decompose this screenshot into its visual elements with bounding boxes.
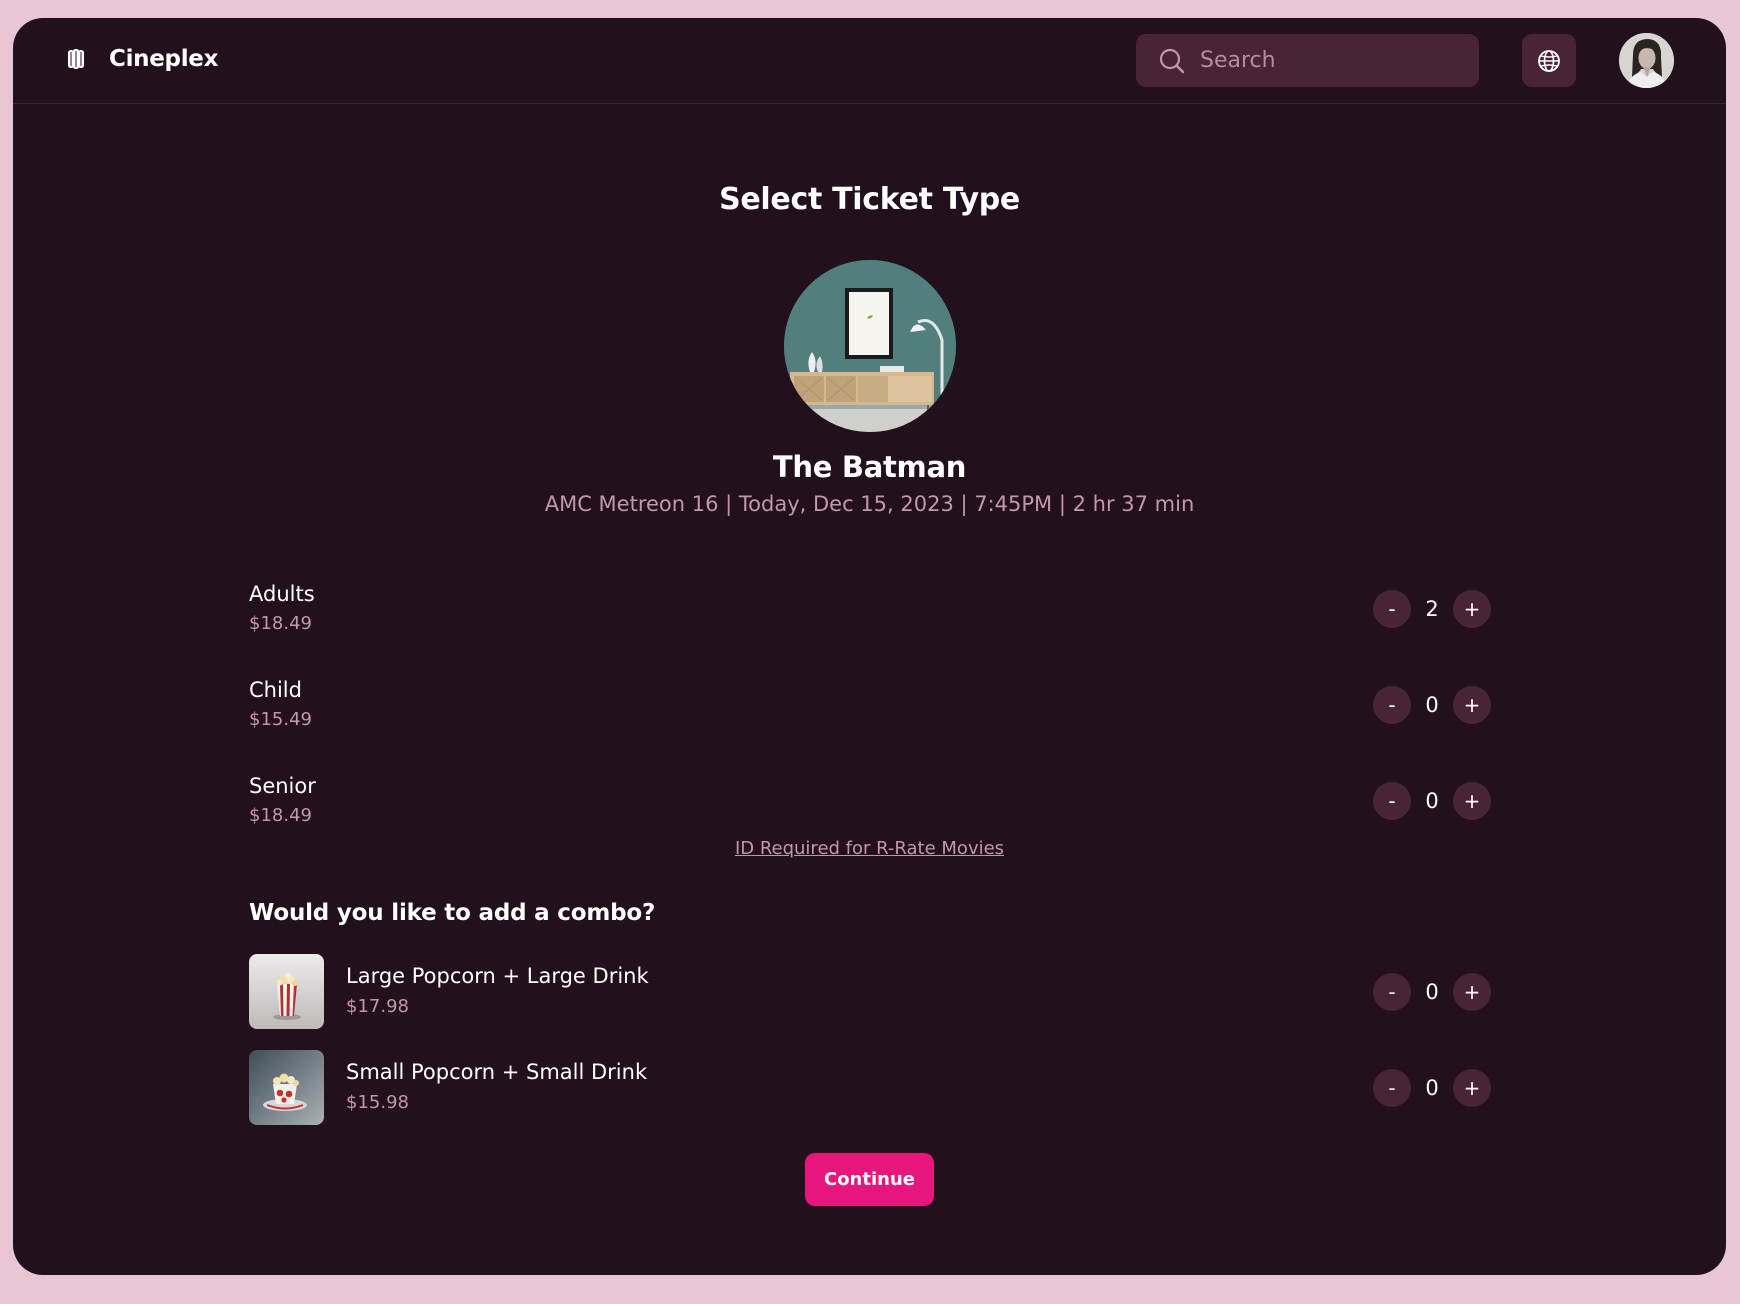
globe-icon [1538,49,1560,72]
child-quantity-stepper: - 0 + [1373,686,1491,724]
id-required-notice: ID Required for R-Rate Movies [13,838,1726,859]
language-button[interactable] [1522,34,1576,87]
showtime-details: AMC Metreon 16 | Today, Dec 15, 2023 | 7… [544,492,1195,516]
decrement-button[interactable]: - [1373,590,1411,628]
ticket-price: $18.49 [249,613,312,634]
quantity-value: 0 [1425,980,1439,1004]
quantity-value: 0 [1425,1076,1439,1100]
ticket-price: $15.49 [249,709,312,730]
ticket-label: Child [249,678,302,702]
id-required-link[interactable]: ID Required for R-Rate Movies [735,838,1004,859]
search-input[interactable] [1200,48,1430,73]
brand-name: Cineplex [109,46,219,72]
ticket-row-adults: Adults $18.49 - 2 + [249,582,1491,642]
search-bar[interactable] [1136,34,1479,87]
ticket-price: $18.49 [249,805,312,826]
top-nav: Cineplex [13,18,1726,104]
movie-poster-image [784,260,956,432]
quantity-value: 0 [1425,693,1439,717]
large-combo-quantity-stepper: - 0 + [1373,973,1491,1011]
large-popcorn-image [249,954,324,1029]
combo-price: $17.98 [346,996,409,1017]
search-icon [1159,48,1185,73]
adults-quantity-stepper: - 2 + [1373,590,1491,628]
ticket-row-senior: Senior $18.49 - 0 + [249,774,1491,834]
ticket-row-child: Child $15.49 - 0 + [249,678,1491,738]
continue-button[interactable]: Continue [805,1153,934,1206]
quantity-value: 2 [1425,597,1439,621]
cineplex-logo-icon [68,49,84,69]
brand[interactable]: Cineplex [66,42,218,76]
increment-button[interactable]: + [1453,590,1491,628]
increment-button[interactable]: + [1453,1069,1491,1107]
avatar-photo [1619,33,1674,88]
app-window: Cineplex Search Select Ticket Type The B… [13,18,1726,1275]
combo-row-large: Large Popcorn + Large Drink $17.98 - 0 + [249,954,1491,1029]
small-combo-quantity-stepper: - 0 + [1373,1069,1491,1107]
increment-button[interactable]: + [1453,686,1491,724]
combo-label: Large Popcorn + Large Drink [346,964,649,988]
increment-button[interactable]: + [1453,973,1491,1011]
decrement-button[interactable]: - [1373,973,1411,1011]
movie-title: The Batman [772,450,967,484]
senior-quantity-stepper: - 0 + [1373,782,1491,820]
combo-heading: Would you like to add a combo? [249,900,656,926]
combo-label: Small Popcorn + Small Drink [346,1060,648,1084]
small-popcorn-image [249,1050,324,1125]
increment-button[interactable]: + [1453,782,1491,820]
page-title: Select Ticket Type [719,182,1020,217]
combo-row-small: Small Popcorn + Small Drink $15.98 - 0 + [249,1050,1491,1125]
decrement-button[interactable]: - [1373,686,1411,724]
ticket-label: Adults [249,582,315,606]
quantity-value: 0 [1425,789,1439,813]
decrement-button[interactable]: - [1373,1069,1411,1107]
decrement-button[interactable]: - [1373,782,1411,820]
ticket-label: Senior [249,774,316,798]
avatar[interactable] [1619,33,1674,88]
combo-price: $15.98 [346,1092,409,1113]
